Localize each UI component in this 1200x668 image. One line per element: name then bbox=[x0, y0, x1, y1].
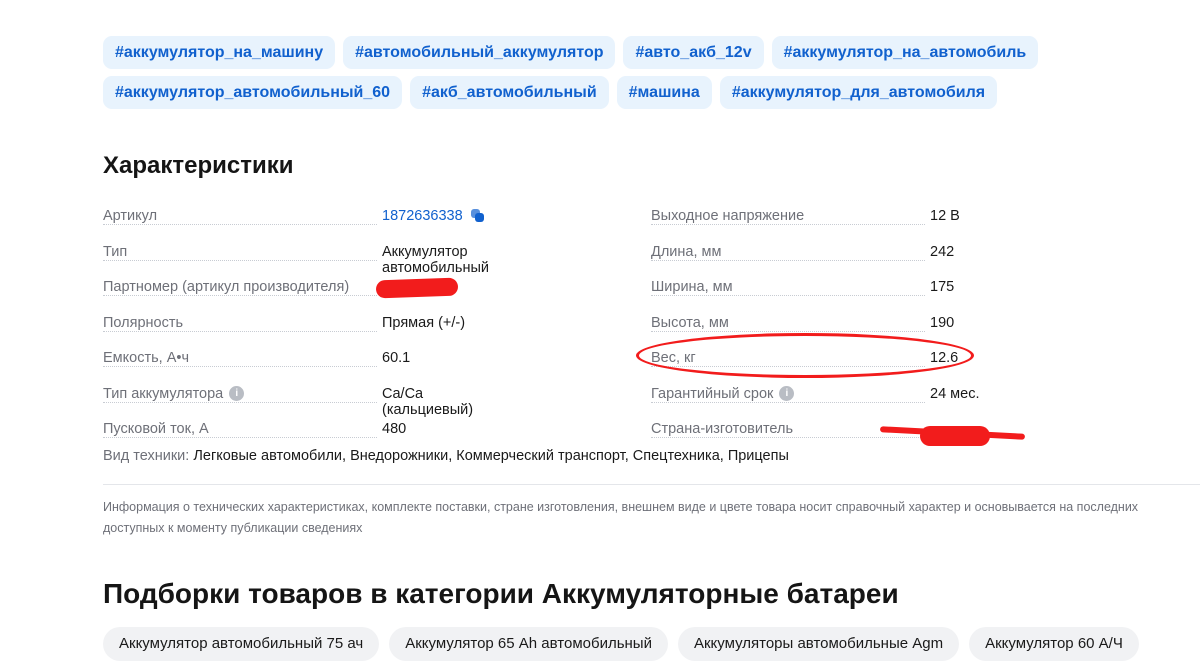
spec-label-text: Страна-изготовитель bbox=[651, 421, 794, 437]
hashtag-chip[interactable]: #акб_автомобильный bbox=[410, 76, 609, 109]
spec-value: 24 мес. bbox=[928, 385, 980, 402]
spec-row-voltage: Выходное напряжение 12 В bbox=[651, 205, 1031, 241]
spec-row-length: Длина, мм 242 bbox=[651, 241, 1031, 277]
spec-value: Аккумулятор автомобильный bbox=[380, 243, 489, 276]
dotted-leader bbox=[103, 330, 377, 332]
info-icon[interactable]: i bbox=[779, 386, 795, 401]
collection-chip[interactable]: Аккумуляторы автомобильные Agm bbox=[677, 627, 960, 661]
hashtag-list: #аккумулятор_на_машину #автомобильный_ак… bbox=[103, 36, 1083, 116]
hashtag-chip[interactable]: #аккумулятор_автомобильный_60 bbox=[103, 76, 403, 109]
info-icon[interactable]: i bbox=[229, 386, 245, 401]
dotted-leader bbox=[651, 224, 925, 225]
spec-label-text: Партномер (артикул производителя) bbox=[103, 279, 350, 295]
specs-title: Характеристики bbox=[103, 152, 294, 179]
spec-value: 190 bbox=[928, 314, 955, 331]
vehicle-types: Вид техники: Легковые автомобили, Внедор… bbox=[103, 448, 789, 464]
hashtag-chip[interactable]: #автомобильный_аккумулятор bbox=[343, 36, 616, 69]
spec-row-type: Тип Аккумулятор автомобильный bbox=[103, 241, 489, 277]
copy-icon[interactable] bbox=[470, 209, 485, 223]
hashtag-row: #аккумулятор_на_машину #автомобильный_ак… bbox=[103, 36, 1083, 69]
spec-label: Тип аккумулятора i bbox=[103, 385, 249, 402]
hashtag-chip[interactable]: #авто_акб_12v bbox=[623, 36, 764, 69]
article-number-link[interactable]: 1872636338 bbox=[382, 208, 463, 224]
spec-label: Выходное напряжение bbox=[651, 208, 809, 224]
hashtag-chip[interactable]: #аккумулятор_на_автомобиль bbox=[771, 36, 1039, 69]
spec-label-text: Артикул bbox=[103, 208, 158, 224]
spec-row-warranty: Гарантийный срок i 24 мес. bbox=[651, 383, 1031, 419]
collection-chip[interactable]: Аккумулятор 60 А/Ч bbox=[969, 627, 1139, 661]
spec-label: Гарантийный срок i bbox=[651, 385, 799, 402]
collection-chip[interactable]: Аккумулятор автомобильный 75 ач bbox=[103, 627, 380, 661]
spec-label: Артикул bbox=[103, 208, 162, 224]
dotted-leader bbox=[651, 295, 925, 296]
collection-chips: Аккумулятор автомобильный 75 ач Аккумуля… bbox=[103, 627, 1139, 661]
dotted-leader bbox=[103, 224, 377, 225]
spec-label-text: Высота, мм bbox=[651, 314, 729, 331]
dotted-leader bbox=[651, 259, 925, 261]
spec-label: Партномер (артикул производителя) bbox=[103, 279, 354, 295]
spec-label: Длина, мм bbox=[651, 243, 726, 260]
hashtag-chip[interactable]: #машина bbox=[616, 76, 712, 109]
spec-label: Высота, мм bbox=[651, 314, 733, 331]
spec-label-text: Выходное напряжение bbox=[651, 208, 805, 224]
spec-label: Ширина, мм bbox=[651, 279, 737, 295]
vehicle-types-label: Вид техники: bbox=[103, 448, 190, 464]
divider bbox=[103, 484, 1200, 485]
collections-title: Подборки товаров в категории Аккумулятор… bbox=[103, 578, 899, 609]
collection-chip[interactable]: Аккумулятор 65 Ah автомобильный bbox=[389, 627, 668, 661]
hashtag-row: #аккумулятор_автомобильный_60 #акб_автом… bbox=[103, 76, 1083, 109]
dotted-leader bbox=[103, 437, 377, 438]
spec-label: Тип bbox=[103, 243, 132, 260]
spec-label: Полярность bbox=[103, 314, 188, 331]
dotted-leader bbox=[103, 295, 377, 296]
vehicle-types-value: Легковые автомобили, Внедорожники, Комме… bbox=[193, 448, 789, 464]
dotted-leader bbox=[103, 366, 377, 367]
spec-label-text: Полярность bbox=[103, 314, 184, 331]
spec-label-text: Длина, мм bbox=[651, 243, 722, 260]
specs-column-left: Артикул 1872636338 Тип Аккумулятор автом… bbox=[103, 205, 489, 454]
spec-label: Емкость, А•ч bbox=[103, 350, 194, 366]
highlight-ellipse-weight bbox=[636, 333, 974, 378]
spec-row-battery-type: Тип аккумулятора i Ca/Ca (кальциевый) bbox=[103, 383, 483, 419]
dotted-leader bbox=[651, 330, 925, 332]
redaction-scribble-partnumber bbox=[375, 277, 459, 299]
hashtag-chip[interactable]: #аккумулятор_на_машину bbox=[103, 36, 336, 69]
disclaimer-text: Информация о технических характеристиках… bbox=[103, 500, 1139, 535]
spec-row-article: Артикул 1872636338 bbox=[103, 205, 485, 241]
spec-row-polarity: Полярность Прямая (+/-) bbox=[103, 312, 483, 348]
dotted-leader bbox=[103, 401, 377, 403]
spec-value: Прямая (+/-) bbox=[380, 314, 466, 331]
spec-value: 480 bbox=[380, 421, 407, 437]
spec-label: Пусковой ток, А bbox=[103, 421, 213, 437]
dotted-leader bbox=[651, 401, 925, 403]
specs-column-right: Выходное напряжение 12 В Длина, мм 242 Ш… bbox=[651, 205, 1031, 454]
dotted-leader bbox=[103, 259, 377, 261]
spec-label-text: Пусковой ток, А bbox=[103, 421, 209, 437]
spec-label-text: Тип аккумулятора bbox=[103, 385, 224, 402]
spec-label-text: Ширина, мм bbox=[651, 279, 733, 295]
spec-label-text: Тип bbox=[103, 243, 128, 260]
spec-label-text: Емкость, А•ч bbox=[103, 350, 190, 366]
hashtag-chip[interactable]: #аккумулятор_для_автомобиля bbox=[719, 76, 998, 109]
spec-value: 60.1 bbox=[380, 350, 411, 366]
spec-value: 1872636338 bbox=[380, 208, 485, 224]
spec-row-capacity: Емкость, А•ч 60.1 bbox=[103, 347, 483, 383]
spec-label-text: Гарантийный срок bbox=[651, 385, 774, 402]
redaction-scribble-country bbox=[880, 426, 1025, 446]
spec-value: 242 bbox=[928, 243, 955, 260]
spec-label: Страна-изготовитель bbox=[651, 421, 798, 437]
spec-value: 175 bbox=[928, 279, 955, 295]
spec-row-width: Ширина, мм 175 bbox=[651, 276, 1031, 312]
spec-value: 12 В bbox=[928, 208, 960, 224]
spec-value: Ca/Ca (кальциевый) bbox=[380, 385, 483, 418]
